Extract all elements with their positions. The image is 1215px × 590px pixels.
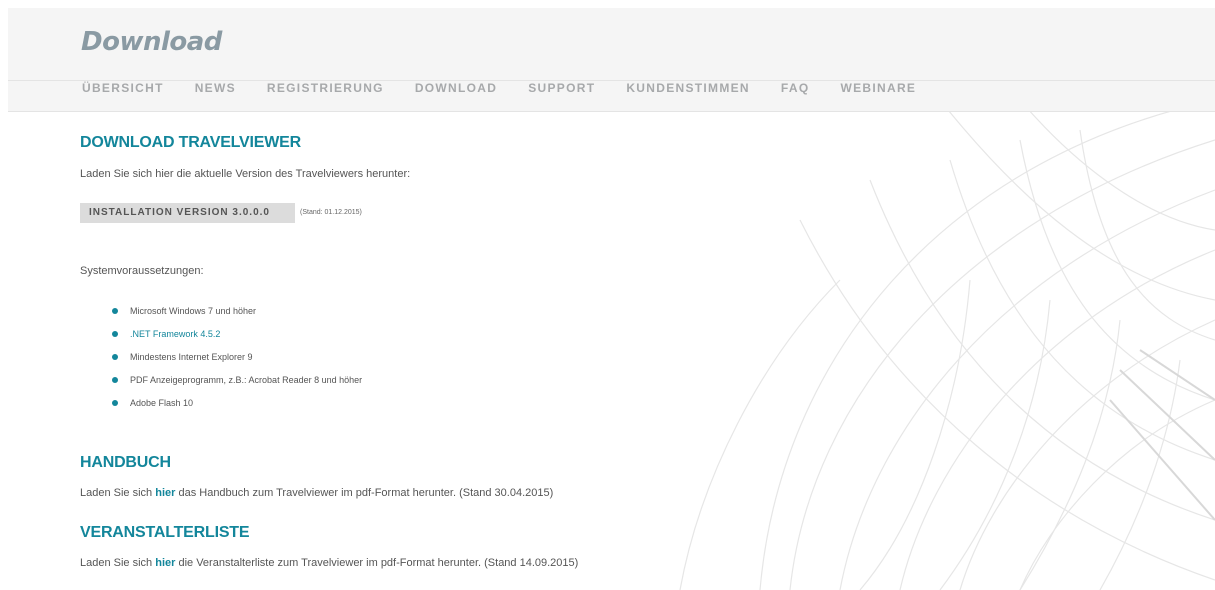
nav-item-registrierung[interactable]: REGISTRIERUNG (267, 80, 384, 96)
requirement-text: PDF Anzeigeprogramm, z.B.: Acrobat Reade… (130, 375, 363, 385)
download-intro: Laden Sie sich hier die aktuelle Version… (80, 168, 411, 180)
handbuch-heading: HANDBUCH (80, 454, 171, 471)
requirement-text: Mindestens Internet Explorer 9 (130, 352, 253, 362)
veranstalterliste-text: Laden Sie sich hier die Veranstalterlist… (80, 557, 578, 569)
handbuch-link[interactable]: hier (155, 487, 175, 499)
main-nav: ÜBERSICHT NEWS REGISTRIERUNG DOWNLOAD SU… (82, 80, 947, 96)
nav-item-news[interactable]: NEWS (195, 80, 236, 96)
list-item: Microsoft Windows 7 und höher (112, 304, 362, 327)
page-title: Download (81, 27, 222, 57)
system-requirements-label: Systemvoraussetzungen: (80, 265, 204, 277)
nav-item-uebersicht[interactable]: ÜBERSICHT (82, 80, 164, 96)
veranstalterliste-heading: VERANSTALTERLISTE (80, 524, 250, 541)
download-heading: DOWNLOAD TRAVELVIEWER (80, 134, 301, 151)
requirements-list: Microsoft Windows 7 und höher .NET Frame… (112, 304, 362, 419)
nav-item-kundenstimmen[interactable]: KUNDENSTIMMEN (626, 80, 750, 96)
handbuch-text-before: Laden Sie sich (80, 487, 156, 499)
nav-item-support[interactable]: SUPPORT (528, 80, 595, 96)
veranstalterliste-text-after: die Veranstalterliste zum Travelviewer i… (175, 557, 579, 569)
install-download-button[interactable]: INSTALLATION VERSION 3.0.0.0 (80, 203, 295, 223)
nav-item-webinare[interactable]: WEBINARE (840, 80, 916, 96)
net-framework-link[interactable]: .NET Framework 4.5.2 (130, 329, 220, 339)
list-item: Adobe Flash 10 (112, 396, 362, 419)
nav-item-download[interactable]: DOWNLOAD (415, 80, 497, 96)
list-item: Mindestens Internet Explorer 9 (112, 350, 362, 373)
site-header: Download (8, 8, 1215, 112)
handbuch-text: Laden Sie sich hier das Handbuch zum Tra… (80, 487, 553, 499)
handbuch-text-after: das Handbuch zum Travelviewer im pdf-For… (175, 487, 554, 499)
veranstalterliste-text-before: Laden Sie sich (80, 557, 156, 569)
requirement-text: Adobe Flash 10 (130, 398, 194, 408)
list-item: PDF Anzeigeprogramm, z.B.: Acrobat Reade… (112, 373, 362, 396)
globe-background-graphic (679, 100, 1215, 590)
nav-item-faq[interactable]: FAQ (781, 80, 810, 96)
list-item: .NET Framework 4.5.2 (112, 327, 362, 350)
install-stand-date: (Stand: 01.12.2015) (300, 209, 362, 216)
requirement-text: Microsoft Windows 7 und höher (130, 306, 257, 316)
veranstalterliste-link[interactable]: hier (155, 557, 175, 569)
title-row: Download (8, 8, 1215, 81)
nav-divider (8, 111, 1215, 112)
